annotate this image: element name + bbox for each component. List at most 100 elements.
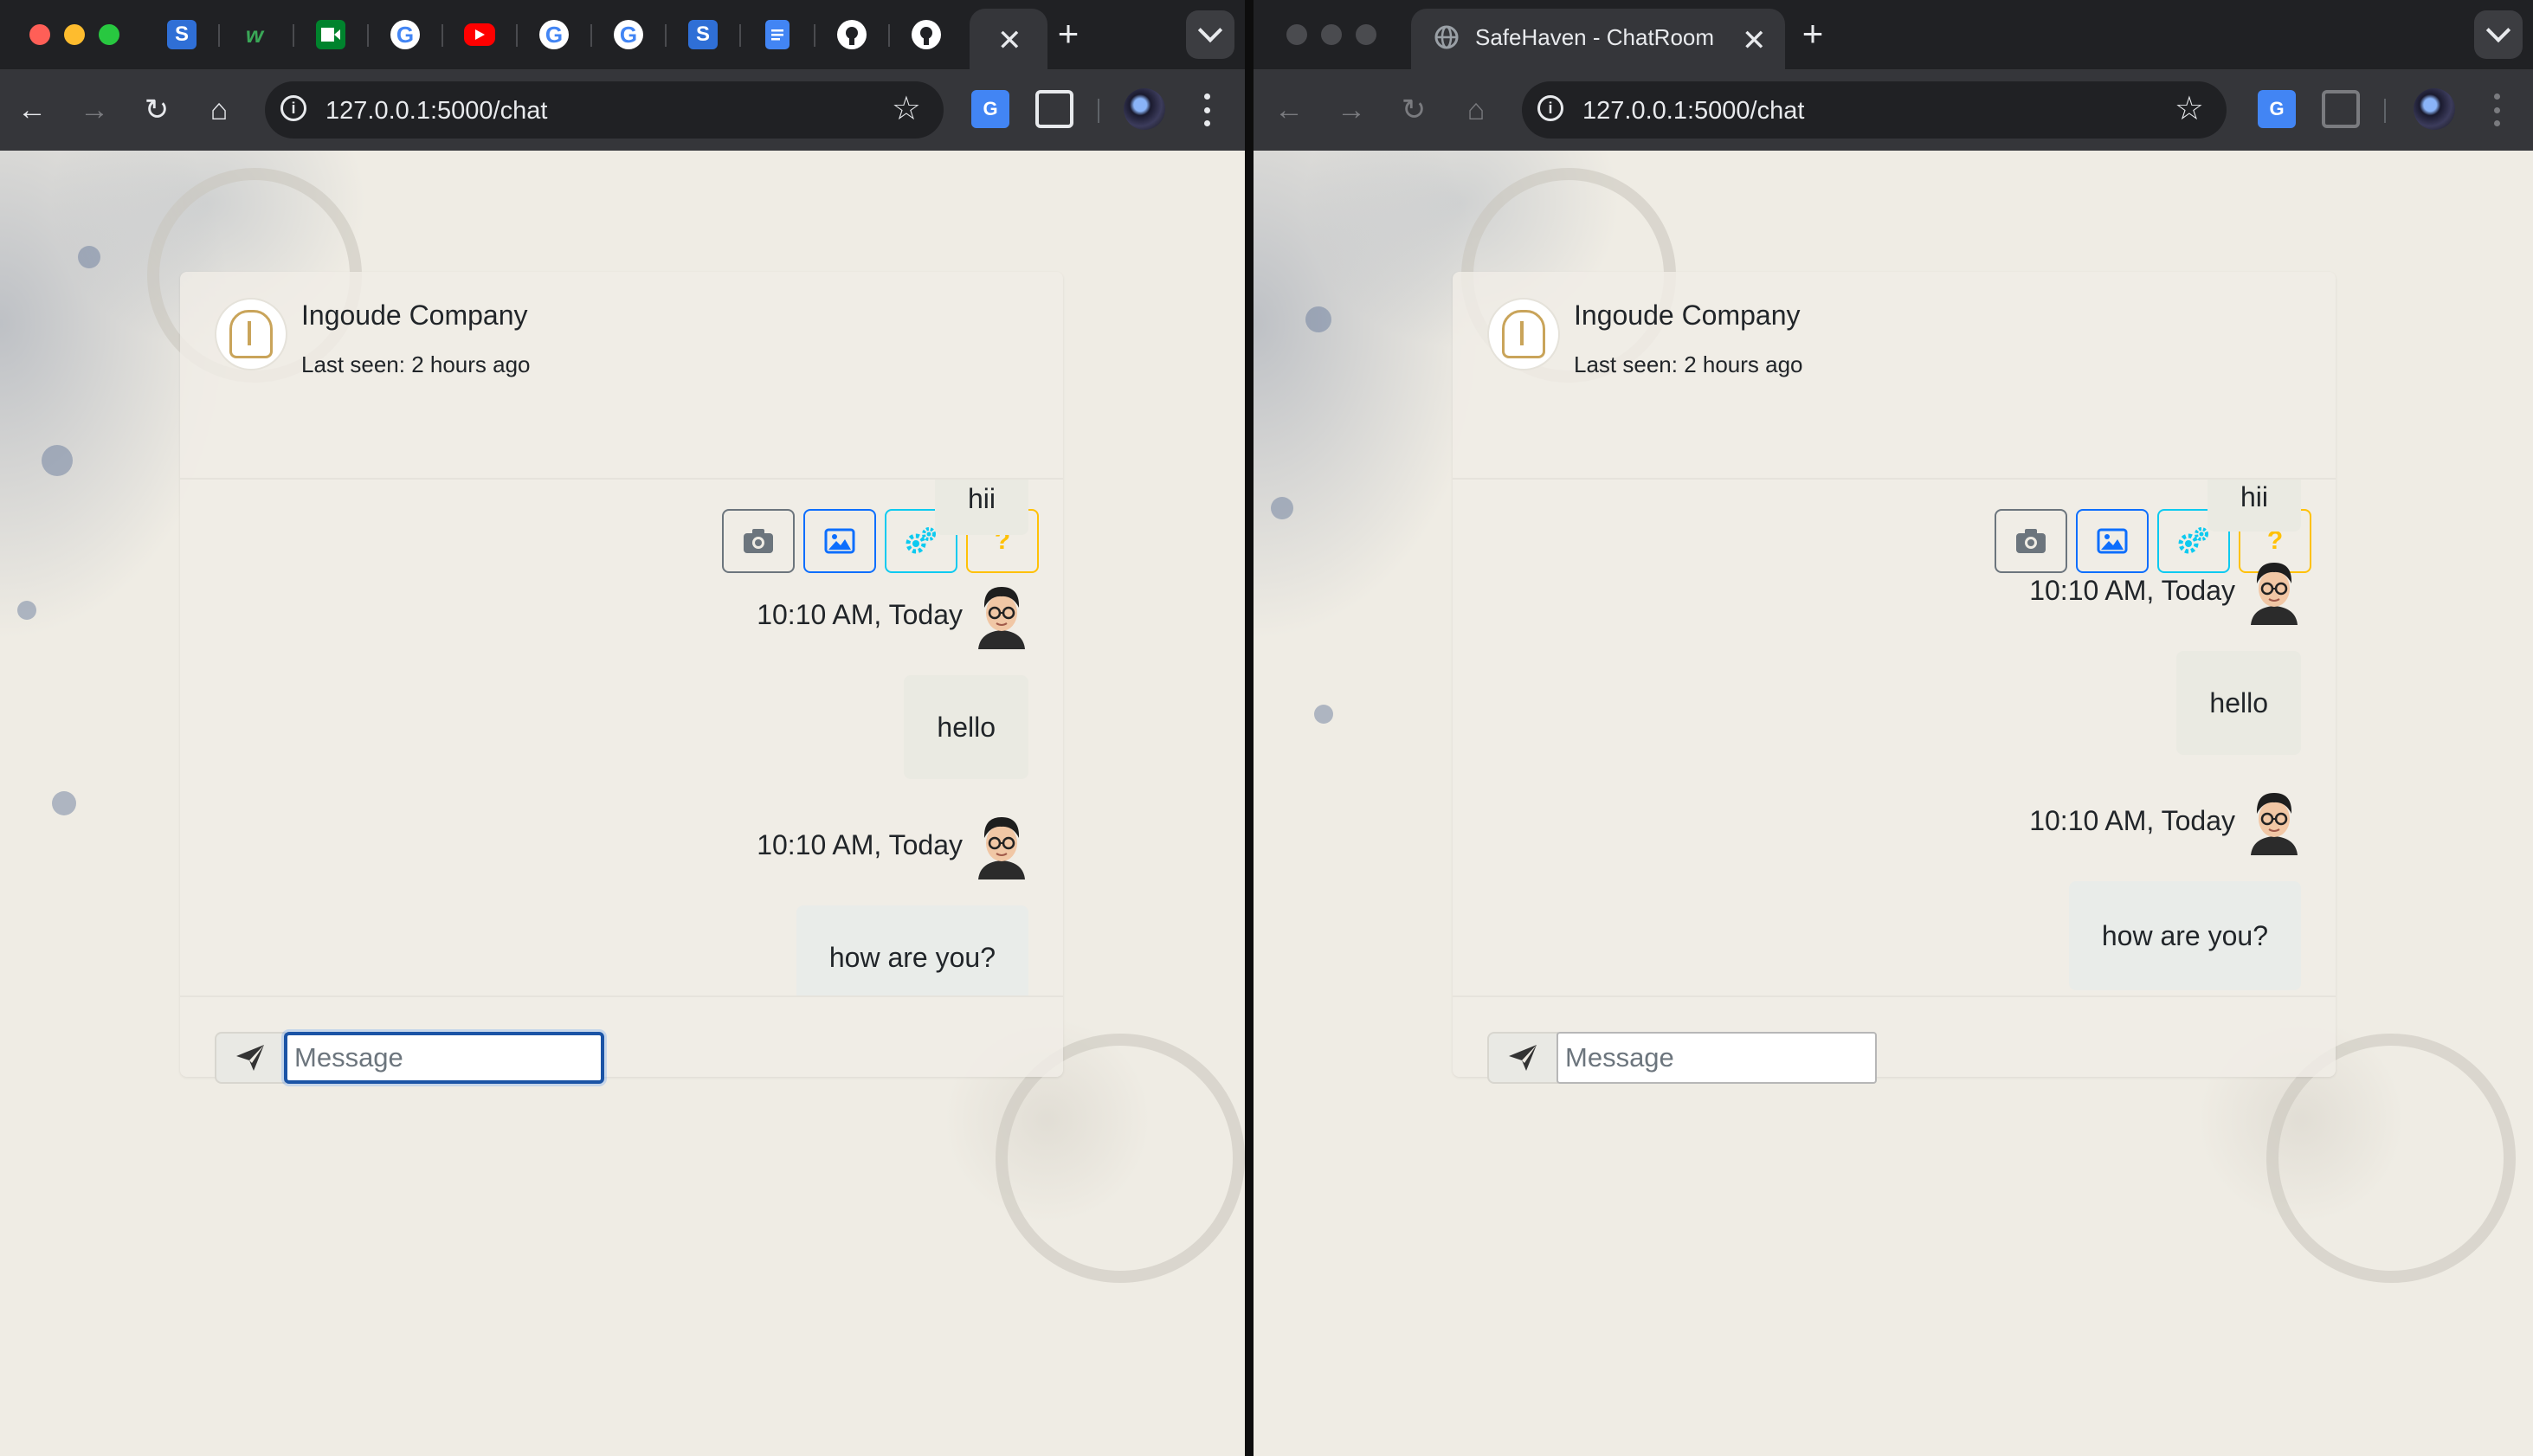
tab-search-button[interactable] bbox=[1186, 10, 1234, 59]
close-window-button[interactable] bbox=[29, 24, 50, 45]
tab-strip: SafeHaven - ChatRoom ✕ + bbox=[1254, 0, 2533, 69]
site-info-icon[interactable]: i bbox=[1537, 95, 1563, 121]
last-seen-text: Last seen: 2 hours ago bbox=[301, 351, 531, 377]
profile-avatar[interactable] bbox=[1124, 88, 1165, 130]
pinned-tab-google[interactable]: G bbox=[386, 16, 424, 54]
translate-icon[interactable]: G bbox=[2258, 90, 2296, 128]
home-button[interactable]: ⌂ bbox=[1453, 87, 1499, 133]
google-icon: G bbox=[614, 20, 643, 49]
message-input[interactable] bbox=[284, 1032, 604, 1084]
message-bubble: hii bbox=[2207, 480, 2301, 532]
page-content: Ingoude Company Last seen: 2 hours ago ?… bbox=[0, 151, 1245, 1456]
translate-icon[interactable]: G bbox=[971, 90, 1009, 128]
chevron-down-icon bbox=[1197, 17, 1223, 43]
message-time: 10:10 AM, Today bbox=[2029, 805, 2235, 836]
profile-avatar[interactable] bbox=[2414, 88, 2455, 130]
browser-menu-icon[interactable] bbox=[1198, 88, 1215, 132]
zoom-window-button[interactable] bbox=[99, 24, 119, 45]
message-input[interactable] bbox=[1557, 1032, 1877, 1084]
new-tab-button[interactable]: + bbox=[1794, 16, 1832, 54]
tab-safehaven[interactable]: SafeHaven - ChatRoom ✕ bbox=[1411, 9, 1785, 69]
message-bubble: how are you? bbox=[796, 905, 1028, 995]
s-icon: S bbox=[167, 20, 197, 49]
browser-menu-icon[interactable] bbox=[2488, 88, 2505, 132]
pinned-tab-s[interactable]: S bbox=[163, 16, 201, 54]
extensions-icon[interactable] bbox=[2322, 90, 2360, 128]
pinned-tab-s-2[interactable]: S bbox=[684, 16, 722, 54]
minimize-window-button[interactable] bbox=[1321, 24, 1342, 45]
docs-icon bbox=[765, 20, 790, 49]
chat-card: Ingoude Company Last seen: 2 hours ago ?… bbox=[180, 272, 1063, 1084]
address-bar[interactable]: i 127.0.0.1:5000/chat ☆ bbox=[1522, 81, 2227, 139]
google-icon: G bbox=[390, 20, 420, 49]
message-meta: 10:10 AM, Today bbox=[2029, 556, 2301, 625]
send-icon bbox=[1509, 1045, 1537, 1071]
message-time: 10:10 AM, Today bbox=[757, 599, 963, 630]
github-icon bbox=[837, 20, 867, 49]
browser-window-right: SafeHaven - ChatRoom ✕ + ← → ↻ ⌂ i 127.0… bbox=[1254, 0, 2533, 1456]
chat-footer bbox=[180, 995, 1063, 1084]
active-tab[interactable]: ✕ bbox=[970, 9, 1047, 69]
close-window-button[interactable] bbox=[1286, 24, 1307, 45]
message-meta: 10:10 AM, Today bbox=[757, 580, 1028, 649]
bookmark-star-icon[interactable]: ☆ bbox=[892, 92, 921, 126]
chat-card: Ingoude Company Last seen: 2 hours ago ?… bbox=[1453, 272, 2336, 1084]
browser-toolbar: ← → ↻ ⌂ i 127.0.0.1:5000/chat ☆ G bbox=[1254, 69, 2533, 151]
new-tab-button[interactable]: + bbox=[1049, 16, 1087, 54]
url-text: 127.0.0.1:5000/chat bbox=[1582, 97, 1805, 125]
pinned-tab-meet[interactable] bbox=[312, 16, 350, 54]
back-button[interactable]: ← bbox=[9, 87, 55, 133]
pinned-tab-github[interactable] bbox=[833, 16, 871, 54]
pinned-tab-youtube[interactable] bbox=[461, 16, 499, 54]
pinned-tab-google-3[interactable]: G bbox=[609, 16, 648, 54]
github-icon bbox=[912, 20, 941, 49]
last-seen-text: Last seen: 2 hours ago bbox=[1574, 351, 1803, 377]
forward-button[interactable]: → bbox=[71, 87, 118, 133]
url-text: 127.0.0.1:5000/chat bbox=[325, 97, 548, 125]
tab-title: SafeHaven - ChatRoom bbox=[1475, 24, 1715, 50]
back-button[interactable]: ← bbox=[1266, 87, 1312, 133]
message-bubble: hello bbox=[2176, 651, 2301, 755]
zoom-window-button[interactable] bbox=[1356, 24, 1376, 45]
message-time: 10:10 AM, Today bbox=[2029, 575, 2235, 606]
tab-strip: S w G G G S ✕ + bbox=[0, 0, 1245, 69]
page-content: Ingoude Company Last seen: 2 hours ago ?… bbox=[1254, 151, 2533, 1456]
chat-header: Ingoude Company Last seen: 2 hours ago bbox=[1453, 272, 2336, 480]
message-meta: 10:10 AM, Today bbox=[2029, 786, 2301, 855]
message-meta: 10:10 AM, Today bbox=[757, 810, 1028, 879]
extensions-icon[interactable] bbox=[1035, 90, 1073, 128]
pinned-tab-github-2[interactable] bbox=[907, 16, 945, 54]
browser-toolbar: ← → ↻ ⌂ i 127.0.0.1:5000/chat ☆ G bbox=[0, 69, 1245, 151]
pinned-tab-google-2[interactable]: G bbox=[535, 16, 573, 54]
close-tab-icon[interactable]: ✕ bbox=[1742, 26, 1767, 55]
message-bubble: how are you? bbox=[2068, 881, 2301, 990]
google-icon: G bbox=[539, 20, 569, 49]
site-info-icon[interactable]: i bbox=[280, 95, 306, 121]
company-name: Ingoude Company bbox=[1574, 300, 1801, 331]
window-divider bbox=[1245, 0, 1254, 1456]
user-avatar bbox=[2247, 786, 2301, 855]
company-logo bbox=[1487, 298, 1560, 370]
browser-window-left: S w G G G S ✕ + ← → ↻ ⌂ i 127.0.0.1:5000… bbox=[0, 0, 1245, 1456]
message-list: hii 10:10 AM, Today hello 10:10 AM, Toda… bbox=[1453, 480, 2336, 995]
forward-button[interactable]: → bbox=[1328, 87, 1375, 133]
close-tab-icon[interactable]: ✕ bbox=[997, 26, 1022, 55]
chevron-down-icon bbox=[2485, 17, 2511, 43]
user-avatar bbox=[975, 810, 1028, 879]
message-bubble: hii bbox=[934, 480, 1028, 535]
company-name: Ingoude Company bbox=[301, 300, 528, 331]
message-time: 10:10 AM, Today bbox=[757, 829, 963, 860]
send-button[interactable] bbox=[1487, 1032, 1558, 1084]
message-bubble: hello bbox=[904, 675, 1028, 779]
send-button[interactable] bbox=[215, 1032, 286, 1084]
tab-search-button[interactable] bbox=[2474, 10, 2523, 59]
pinned-tab-w[interactable]: w bbox=[235, 16, 274, 54]
bookmark-star-icon[interactable]: ☆ bbox=[2175, 92, 2204, 126]
reload-button[interactable]: ↻ bbox=[133, 87, 180, 133]
minimize-window-button[interactable] bbox=[64, 24, 85, 45]
pinned-tab-docs[interactable] bbox=[758, 16, 796, 54]
address-bar[interactable]: i 127.0.0.1:5000/chat ☆ bbox=[265, 81, 944, 139]
w-icon: w bbox=[245, 21, 264, 48]
reload-button[interactable]: ↻ bbox=[1390, 87, 1437, 133]
home-button[interactable]: ⌂ bbox=[196, 87, 242, 133]
